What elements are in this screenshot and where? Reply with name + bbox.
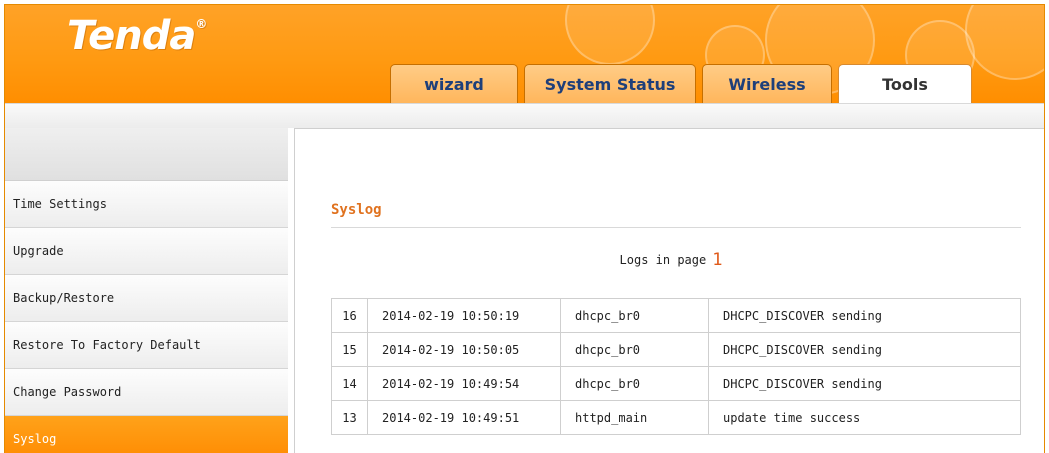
log-message: update time success <box>708 400 1021 435</box>
registered-mark: ® <box>195 17 207 31</box>
tab-wizard[interactable]: wizard <box>390 64 518 103</box>
log-source: dhcpc_br0 <box>560 332 709 367</box>
log-number: 13 <box>331 400 368 435</box>
sidebar-item-syslog[interactable]: Syslog <box>5 416 288 453</box>
sidebar-header <box>5 128 288 181</box>
log-number: 16 <box>331 298 368 333</box>
tenda-logo[interactable]: Tenda® <box>67 13 207 59</box>
tab-tools[interactable]: Tools <box>838 64 972 103</box>
log-source: httpd_main <box>560 400 709 435</box>
tab-system-status[interactable]: System Status <box>524 64 696 103</box>
log-source: dhcpc_br0 <box>560 298 709 333</box>
log-message: DHCPC_DISCOVER sending <box>708 366 1021 401</box>
router-admin-window: Tenda® wizard System Status Wireless Too… <box>4 4 1045 453</box>
log-source: dhcpc_br0 <box>560 366 709 401</box>
table-row: 15 2014-02-19 10:50:05 dhcpc_br0 DHCPC_D… <box>331 332 1021 367</box>
syslog-table: 16 2014-02-19 10:50:19 dhcpc_br0 DHCPC_D… <box>331 298 1021 435</box>
table-row: 16 2014-02-19 10:50:19 dhcpc_br0 DHCPC_D… <box>331 298 1021 333</box>
sidebar-item-time-settings[interactable]: Time Settings <box>5 181 288 228</box>
sidebar-item-upgrade[interactable]: Upgrade <box>5 228 288 275</box>
main-content: Syslog Logs in page 1 16 2014-02-19 10:50… <box>294 128 1044 453</box>
log-time: 2014-02-19 10:50:19 <box>367 298 561 333</box>
title-divider <box>331 227 1021 228</box>
tab-wireless[interactable]: Wireless <box>702 64 832 103</box>
page-number-link[interactable]: 1 <box>712 250 722 270</box>
log-number: 15 <box>331 332 368 367</box>
logo-text: Tenda <box>67 13 196 59</box>
sidebar-item-change-password[interactable]: Change Password <box>5 369 288 416</box>
sidebar-item-backup-restore[interactable]: Backup/Restore <box>5 275 288 322</box>
log-time: 2014-02-19 10:49:54 <box>367 366 561 401</box>
sidebar: Time Settings Upgrade Backup/Restore Res… <box>5 128 288 453</box>
log-time: 2014-02-19 10:50:05 <box>367 332 561 367</box>
log-message: DHCPC_DISCOVER sending <box>708 298 1021 333</box>
sidebar-item-restore-factory-default[interactable]: Restore To Factory Default <box>5 322 288 369</box>
decor-bubble <box>565 5 655 65</box>
page-title: Syslog <box>331 202 382 218</box>
log-number: 14 <box>331 366 368 401</box>
logs-label: Logs in page <box>619 253 707 267</box>
table-row: 13 2014-02-19 10:49:51 httpd_main update… <box>331 400 1021 435</box>
main-nav-tabs: wizard System Status Wireless Tools <box>390 64 978 103</box>
header-divider-strip <box>5 103 1044 128</box>
header-banner: Tenda® wizard System Status Wireless Too… <box>5 5 1044 103</box>
logs-pagination: Logs in page 1 <box>295 249 1044 270</box>
log-message: DHCPC_DISCOVER sending <box>708 332 1021 367</box>
log-time: 2014-02-19 10:49:51 <box>367 400 561 435</box>
table-row: 14 2014-02-19 10:49:54 dhcpc_br0 DHCPC_D… <box>331 366 1021 401</box>
